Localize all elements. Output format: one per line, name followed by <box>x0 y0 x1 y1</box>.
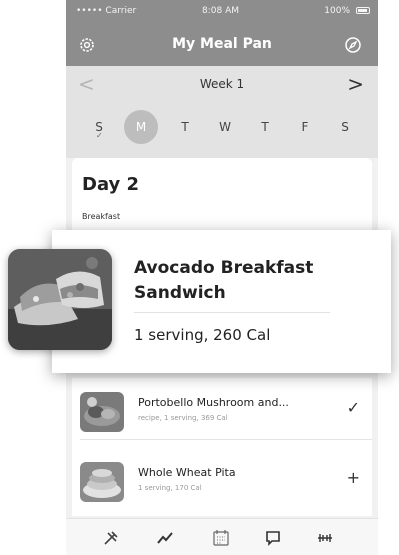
divider <box>134 312 330 313</box>
day-card: Day 2 Breakfast <box>72 158 372 238</box>
clock-label: 8:08 AM <box>202 6 239 16</box>
carrier-label: ••••• Carrier <box>76 6 137 16</box>
week-selector: < Week 1 > S ✓ M T W T F S <box>66 66 378 158</box>
item-meta: recipe, 1 serving, 369 Cal <box>138 414 228 422</box>
day-label: M <box>135 120 147 134</box>
calendar-icon[interactable] <box>210 527 232 549</box>
day-label: F <box>301 120 309 134</box>
meal-photo <box>8 249 112 350</box>
item-name: Whole Wheat Pita <box>138 466 236 479</box>
status-bar: ••••• Carrier 8:08 AM 100% <box>66 0 378 24</box>
battery-icon <box>356 7 370 14</box>
day-label: T <box>261 120 269 134</box>
compass-icon[interactable] <box>342 34 364 56</box>
checkmark-icon: ✓ <box>96 131 103 140</box>
food-icon[interactable] <box>100 527 122 549</box>
meal-name: Avocado Breakfast Sandwich <box>134 258 314 303</box>
food-thumbnail <box>80 392 124 432</box>
day-monday[interactable]: M <box>124 110 158 144</box>
page-title: My Meal Pan <box>172 36 272 52</box>
day-title: Day 2 <box>82 174 140 195</box>
checkmark-icon[interactable]: ✓ <box>347 398 360 418</box>
battery-percent: 100% <box>324 6 350 16</box>
day-thursday[interactable]: T <box>248 110 282 144</box>
day-friday[interactable]: F <box>288 110 322 144</box>
plus-icon[interactable]: + <box>347 468 360 488</box>
item-meta: 1 serving, 170 Cal <box>138 484 202 492</box>
meal-list: Portobello Mushroom and... recipe, 1 ser… <box>72 378 372 516</box>
meal-serving: 1 serving, 260 Cal <box>134 326 271 344</box>
nav-bar: My Meal Pan <box>66 24 378 66</box>
chat-icon[interactable] <box>262 527 284 549</box>
item-name: Portobello Mushroom and... <box>138 396 289 409</box>
meal-section-label: Breakfast <box>82 212 121 221</box>
food-thumbnail <box>80 462 124 502</box>
day-label: T <box>181 120 189 134</box>
day-wednesday[interactable]: W <box>208 110 242 144</box>
tab-bar <box>66 518 378 555</box>
trend-icon[interactable] <box>154 527 176 549</box>
day-label: W <box>219 120 231 134</box>
day-strip: S ✓ M T W T F S <box>66 110 378 144</box>
dumbbell-icon[interactable] <box>314 527 336 549</box>
week-label: Week 1 <box>199 77 245 91</box>
day-label: S <box>341 120 349 134</box>
divider <box>80 439 372 440</box>
list-item[interactable]: Portobello Mushroom and... recipe, 1 ser… <box>72 380 372 440</box>
day-sunday[interactable]: S ✓ <box>82 110 116 144</box>
next-week-button[interactable]: > <box>347 72 364 96</box>
list-item[interactable]: Whole Wheat Pita 1 serving, 170 Cal + <box>72 450 372 510</box>
day-saturday[interactable]: S <box>328 110 362 144</box>
day-tuesday[interactable]: T <box>168 110 202 144</box>
